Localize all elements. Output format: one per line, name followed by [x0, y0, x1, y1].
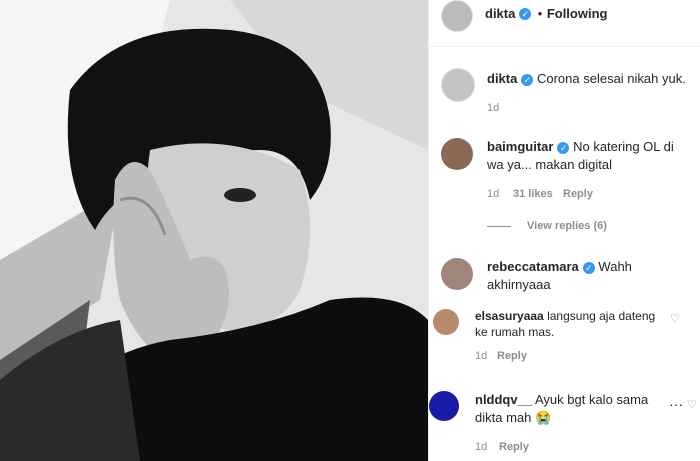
verified-badge-icon: ✓	[557, 141, 570, 154]
more-options-icon[interactable]: ···	[669, 396, 683, 412]
comment-time[interactable]: 1d	[475, 441, 487, 453]
reply-button[interactable]: Reply	[499, 441, 529, 453]
verified-badge-icon: ✓	[519, 7, 532, 20]
verified-badge-icon: ✓	[521, 73, 534, 86]
heart-icon[interactable]: ♡	[687, 398, 697, 411]
comment-avatar[interactable]	[429, 391, 459, 421]
comment-likes[interactable]: 31 likes	[513, 188, 553, 200]
post-header: dikta ✓ • Following	[429, 0, 700, 47]
replies-divider	[487, 226, 511, 227]
reply-button[interactable]: Reply	[497, 350, 527, 362]
post-photo[interactable]	[0, 0, 428, 461]
comment-avatar[interactable]	[433, 309, 459, 335]
view-replies-button[interactable]: View replies (6)	[527, 220, 607, 232]
comment: nlddqv__ Ayuk bgt kalo sama dikta mah 😭	[475, 391, 665, 427]
comment: baimguitar ✓ No katering OL di wa ya... m…	[487, 138, 692, 174]
comments-panel: dikta ✓ • Following dikta ✓ Corona selesai…	[428, 0, 700, 461]
heart-icon[interactable]: ♡	[670, 312, 680, 325]
comment-time[interactable]: 1d	[475, 350, 487, 362]
comment-author[interactable]: baimguitar	[487, 139, 553, 154]
caption-time[interactable]: 1d	[487, 102, 499, 114]
comment: elsasuryaaa langsung aja dateng ke rumah…	[475, 308, 660, 340]
author-avatar[interactable]	[441, 0, 473, 32]
comment-avatar[interactable]	[441, 138, 473, 170]
comment-avatar[interactable]	[441, 258, 473, 290]
header-meta: dikta ✓ • Following	[485, 5, 607, 23]
caption: dikta ✓ Corona selesai nikah yuk.	[487, 70, 692, 88]
comment-time[interactable]: 1d	[487, 188, 499, 200]
comment: rebeccatamara ✓ Wahh akhirnyaaa	[487, 258, 692, 294]
post-photo-illustration	[0, 0, 428, 461]
verified-badge-icon: ✓	[582, 261, 595, 274]
comment-author[interactable]: nlddqv__	[475, 392, 532, 407]
reply-button[interactable]: Reply	[563, 188, 593, 200]
caption-author[interactable]: dikta	[487, 71, 517, 86]
separator-dot: •	[537, 6, 543, 21]
comment-author[interactable]: elsasuryaaa	[475, 309, 544, 323]
follow-status-button[interactable]: Following	[547, 6, 608, 21]
author-name[interactable]: dikta	[485, 6, 515, 21]
caption-text: Corona selesai nikah yuk.	[536, 71, 686, 86]
comment-author[interactable]: rebeccatamara	[487, 259, 579, 274]
caption-avatar[interactable]	[441, 68, 475, 102]
